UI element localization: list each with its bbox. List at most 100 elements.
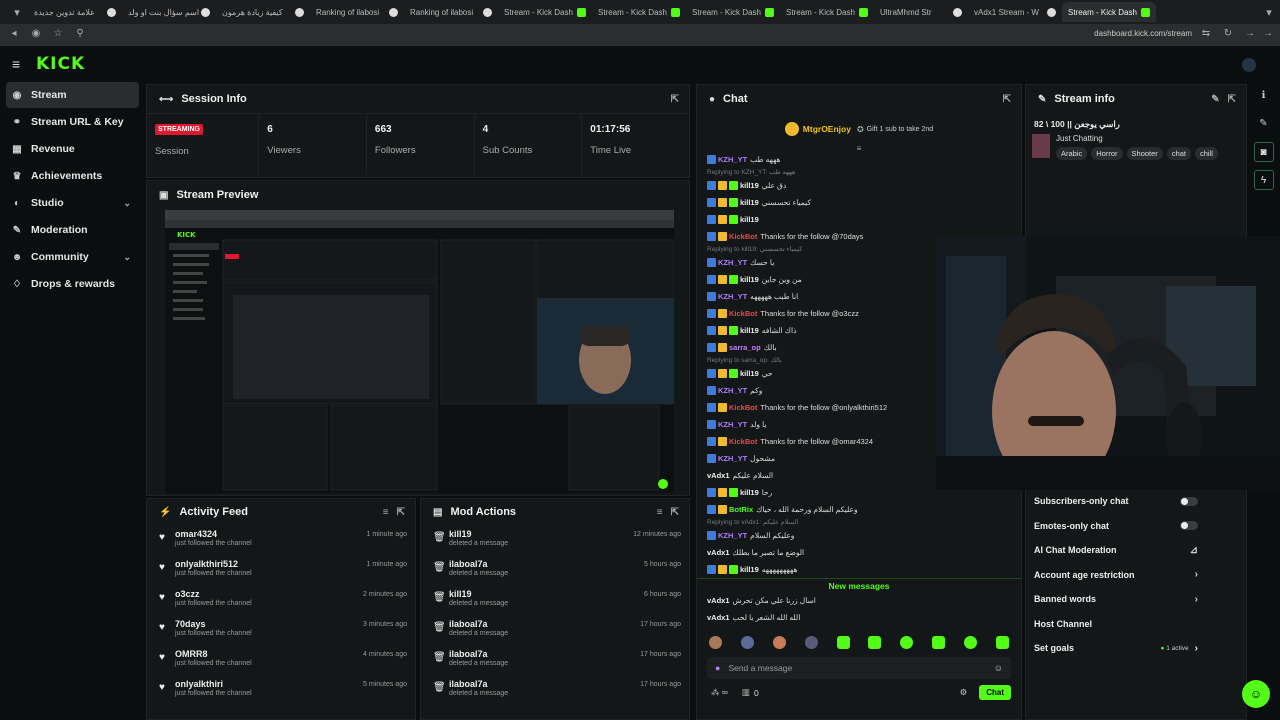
chat-message[interactable]: vAdx1 الله الله الشعر يا لحب (697, 609, 1021, 626)
bookmark-star-icon[interactable]: ☆ (50, 28, 66, 42)
users-icon[interactable]: ⁂ ∞ (711, 687, 728, 698)
mod-action-item[interactable]: 🗑 ilaboal7a deleted a message 5 hours ago (421, 555, 689, 585)
toggle-switch[interactable] (1180, 496, 1198, 506)
chat-message[interactable]: BotRix وعليكم السلام ورحمة الله ، حياك (697, 501, 1021, 518)
chat-message[interactable]: KZH_YT هههه طب (697, 151, 1021, 168)
reload-icon[interactable]: ↻ (1220, 28, 1236, 42)
chat-username[interactable]: kill19 (740, 198, 759, 207)
browser-tab[interactable]: Ranking of ilabosi (404, 2, 498, 22)
chat-username[interactable]: vAdx1 (707, 471, 730, 480)
chat-username[interactable]: KickBot (729, 403, 757, 412)
emote-icon[interactable] (804, 636, 818, 649)
chevron-right-icon[interactable]: › (1195, 594, 1198, 605)
chat-username[interactable]: KZH_YT (718, 454, 747, 463)
category-name[interactable]: Just Chatting (1056, 134, 1222, 143)
mod-action-item[interactable]: 🗑 kill19 deleted a message 6 hours ago (421, 585, 689, 615)
chat-message[interactable]: kill19 (697, 211, 1021, 228)
chat-setting-row[interactable]: Host Channel (1026, 612, 1248, 637)
stream-tag[interactable]: chat (1166, 147, 1191, 160)
menu-icon[interactable]: ≡ (12, 56, 26, 72)
mod-action-item[interactable]: 🗑 ilaboal7a deleted a message 17 hours ago (421, 675, 689, 705)
filter-icon[interactable]: ≡ (383, 507, 389, 518)
browser-tab[interactable]: علامة تدوين جديدة (28, 2, 122, 22)
chat-username[interactable]: KZH_YT (718, 531, 747, 540)
item-user[interactable]: onlyalkthiri (175, 679, 363, 689)
lock-icon[interactable]: ▥ (742, 687, 750, 698)
camera-icon[interactable]: ◙ (1253, 142, 1274, 162)
browser-tab[interactable]: UltraMhmd Str (874, 2, 968, 22)
edit-pencil-icon[interactable]: ✎ (1211, 94, 1219, 105)
item-user[interactable]: kill19 (449, 589, 644, 599)
mod-action-item[interactable]: 🗑 ilaboal7a deleted a message 17 hours ago (421, 645, 689, 675)
chat-send-button[interactable]: Chat (979, 685, 1011, 700)
mod-action-item[interactable]: 🗑 kill19 deleted a message 12 minutes ago (421, 525, 689, 555)
emote-icon[interactable] (836, 636, 850, 649)
forward-icon[interactable]: → (1242, 28, 1258, 42)
chat-username[interactable]: KickBot (729, 309, 757, 318)
item-user[interactable]: OMRR8 (175, 649, 363, 659)
chevron-right-icon[interactable]: › (1195, 643, 1198, 654)
activity-item[interactable]: ♥ OMRR8 just followed the channel 4 minutes… (147, 645, 415, 675)
item-user[interactable]: ilaboal7a (449, 559, 644, 569)
mic-icon[interactable]: ● (715, 663, 720, 673)
chat-message[interactable]: kill19 دق علي (697, 177, 1021, 194)
help-chat-button[interactable]: ☺ (1242, 680, 1270, 708)
stream-preview-video[interactable]: KICK (165, 210, 674, 493)
item-user[interactable]: omar4324 (175, 529, 367, 539)
chat-username[interactable]: KZH_YT (718, 258, 747, 267)
toggle-switch[interactable] (1180, 521, 1198, 531)
browser-tab[interactable]: Stream - Kick Dash (780, 2, 874, 22)
extension-icon[interactable]: ◉ (28, 28, 44, 42)
emote-icon[interactable] (900, 636, 914, 649)
chat-username[interactable]: KickBot (729, 437, 757, 446)
chat-username[interactable]: kill19 (740, 326, 759, 335)
category-thumbnail[interactable] (1032, 134, 1050, 158)
chat-message[interactable]: vAdx1 اسال زرنا علي مكن تحرش (697, 592, 1021, 609)
url-text[interactable]: dashboard.kick.com/stream (1094, 29, 1192, 38)
sidebar-item-drops-rewards[interactable]: ♢ Drops & rewards (6, 271, 139, 297)
mod-action-item[interactable]: 🗑 ilaboal7a deleted a message 17 hours ago (421, 615, 689, 645)
sidebar-item-revenue[interactable]: ▦ Revenue (6, 136, 139, 162)
emote-icon[interactable] (964, 636, 977, 649)
profile-avatar[interactable] (1242, 58, 1256, 72)
lightning-icon[interactable]: ϟ (1253, 170, 1274, 190)
browser-tab[interactable]: Stream - Kick Dash (1062, 2, 1156, 22)
kick-logo[interactable]: KICK (36, 54, 85, 74)
tab-overflow-icon[interactable]: ▾ (1258, 6, 1280, 19)
popout-icon[interactable]: ⇱ (397, 507, 405, 518)
pencil-icon[interactable]: ✎ (1254, 114, 1274, 134)
emote-icon[interactable] (740, 636, 754, 649)
chart-icon[interactable]: ⊿ (1190, 545, 1198, 556)
popout-icon[interactable]: ⇱ (671, 94, 679, 105)
chat-message[interactable]: KZH_YT وعليكم السلام (697, 527, 1021, 544)
chat-username[interactable]: KZH_YT (718, 420, 747, 429)
chat-message[interactable]: kill19 كيمياء تحسسني (697, 194, 1021, 211)
chat-username[interactable]: vAdx1 (707, 548, 730, 557)
item-user[interactable]: ilaboal7a (449, 649, 640, 659)
chat-username[interactable]: kill19 (740, 215, 759, 224)
settings-gear-icon[interactable]: ⚙ (960, 687, 968, 698)
activity-item[interactable]: ♥ omar4324 just followed the channel 1 minu… (147, 525, 415, 555)
emote-icon[interactable] (868, 636, 882, 649)
sidebar-item-achievements[interactable]: ♛ Achievements (6, 163, 139, 189)
tab-search-icon[interactable]: ▾ (6, 6, 28, 19)
browser-tab[interactable]: vAdx1 Stream - W (968, 2, 1062, 22)
popout-icon[interactable]: ⇱ (1003, 94, 1011, 105)
emote-icon[interactable] (932, 636, 946, 649)
translate-icon[interactable]: ⚲ (72, 28, 88, 42)
activity-item[interactable]: ♥ 70days just followed the channel 3 minute… (147, 615, 415, 645)
chat-username[interactable]: kill19 (740, 369, 759, 378)
sidebar-item-studio[interactable]: ◐ Studio ⌄ (6, 190, 139, 216)
browser-tab[interactable]: اسم سؤال بنت او ولد (122, 2, 216, 22)
sidebar-item-stream[interactable]: ◉ Stream (6, 82, 139, 108)
sidebar-item-community[interactable]: ☻ Community ⌄ (6, 244, 139, 270)
chevron-right-icon[interactable]: › (1195, 569, 1198, 580)
next-icon[interactable]: → (1260, 28, 1276, 42)
chat-message[interactable]: vAdx1 الوضع ما تصير ما بطلك (697, 544, 1021, 561)
emoji-picker-icon[interactable]: ☺ (994, 663, 1003, 673)
chat-username[interactable]: sarra_op (729, 343, 761, 352)
item-user[interactable]: ilaboal7a (449, 679, 640, 689)
info-icon[interactable]: ℹ (1254, 86, 1274, 106)
browser-tab[interactable]: Stream - Kick Dash (686, 2, 780, 22)
new-messages-banner[interactable]: New messages (697, 578, 1021, 592)
